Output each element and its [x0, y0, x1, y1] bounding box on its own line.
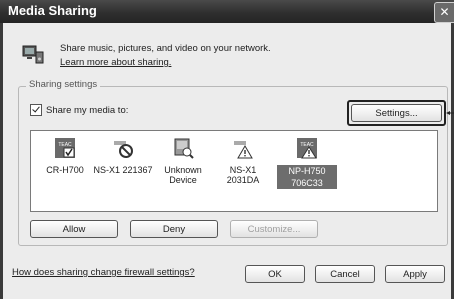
- header-text-block: Share music, pictures, and video on your…: [60, 42, 271, 70]
- sharing-settings-label: Sharing settings: [26, 79, 101, 90]
- unknown-device-icon: [174, 138, 194, 159]
- device-list[interactable]: TEAC CR-H700 NS-X1 221367 Unknown Device…: [30, 130, 438, 212]
- device-label-line1: NS-X1: [229, 165, 257, 175]
- device-label-line1: NP-H750: [277, 165, 337, 177]
- share-media-checkbox[interactable]: [30, 104, 42, 116]
- firewall-settings-link[interactable]: How does sharing change firewall setting…: [12, 267, 195, 278]
- warning-device-icon: [234, 141, 253, 159]
- learn-more-link[interactable]: Learn more about sharing.: [60, 56, 271, 70]
- settings-button[interactable]: Settings...: [351, 104, 442, 122]
- deny-button[interactable]: Deny: [130, 220, 218, 238]
- close-button[interactable]: ✕: [434, 2, 454, 23]
- share-media-label: Share my media to:: [46, 104, 129, 116]
- device-item[interactable]: Unknown Device: [153, 137, 213, 185]
- svg-text:TEAC: TEAC: [58, 142, 72, 148]
- svg-text:TEAC: TEAC: [300, 142, 314, 148]
- teac-check-icon: TEAC: [55, 138, 75, 158]
- callout-arrow-icon: [446, 111, 454, 115]
- title-bar: Media Sharing ✕: [0, 0, 454, 23]
- device-item[interactable]: NS-X1 221367: [93, 137, 153, 175]
- device-label-line1: NS-X1 221367: [93, 165, 153, 175]
- blocked-device-icon: [114, 141, 133, 158]
- cancel-button[interactable]: Cancel: [315, 265, 375, 283]
- customize-button: Customize...: [230, 220, 318, 238]
- device-label-line2: 2031DA: [226, 175, 260, 185]
- allow-button[interactable]: Allow: [30, 220, 118, 238]
- window-frame-left: [0, 23, 3, 299]
- device-item[interactable]: TEAC NP-H750 706C33: [277, 137, 337, 189]
- device-label-line2: Device: [169, 175, 197, 185]
- device-item[interactable]: TEAC CR-H700: [35, 137, 95, 175]
- apply-button[interactable]: Apply: [385, 265, 445, 283]
- device-label-line2: 706C33: [277, 177, 337, 189]
- share-media-checkbox-row[interactable]: Share my media to:: [30, 104, 128, 116]
- media-sharing-icon: [22, 45, 44, 64]
- device-label-line1: Unknown: [164, 165, 202, 175]
- media-sharing-dialog: Media Sharing ✕ Share music, pictures, a…: [0, 0, 454, 299]
- header-description: Share music, pictures, and video on your…: [60, 43, 271, 54]
- device-label-line1: CR-H700: [46, 165, 84, 175]
- teac-warning-icon: TEAC: [297, 138, 317, 159]
- ok-button[interactable]: OK: [245, 265, 305, 283]
- device-item[interactable]: NS-X1 2031DA: [213, 137, 273, 185]
- window-title: Media Sharing: [8, 3, 97, 18]
